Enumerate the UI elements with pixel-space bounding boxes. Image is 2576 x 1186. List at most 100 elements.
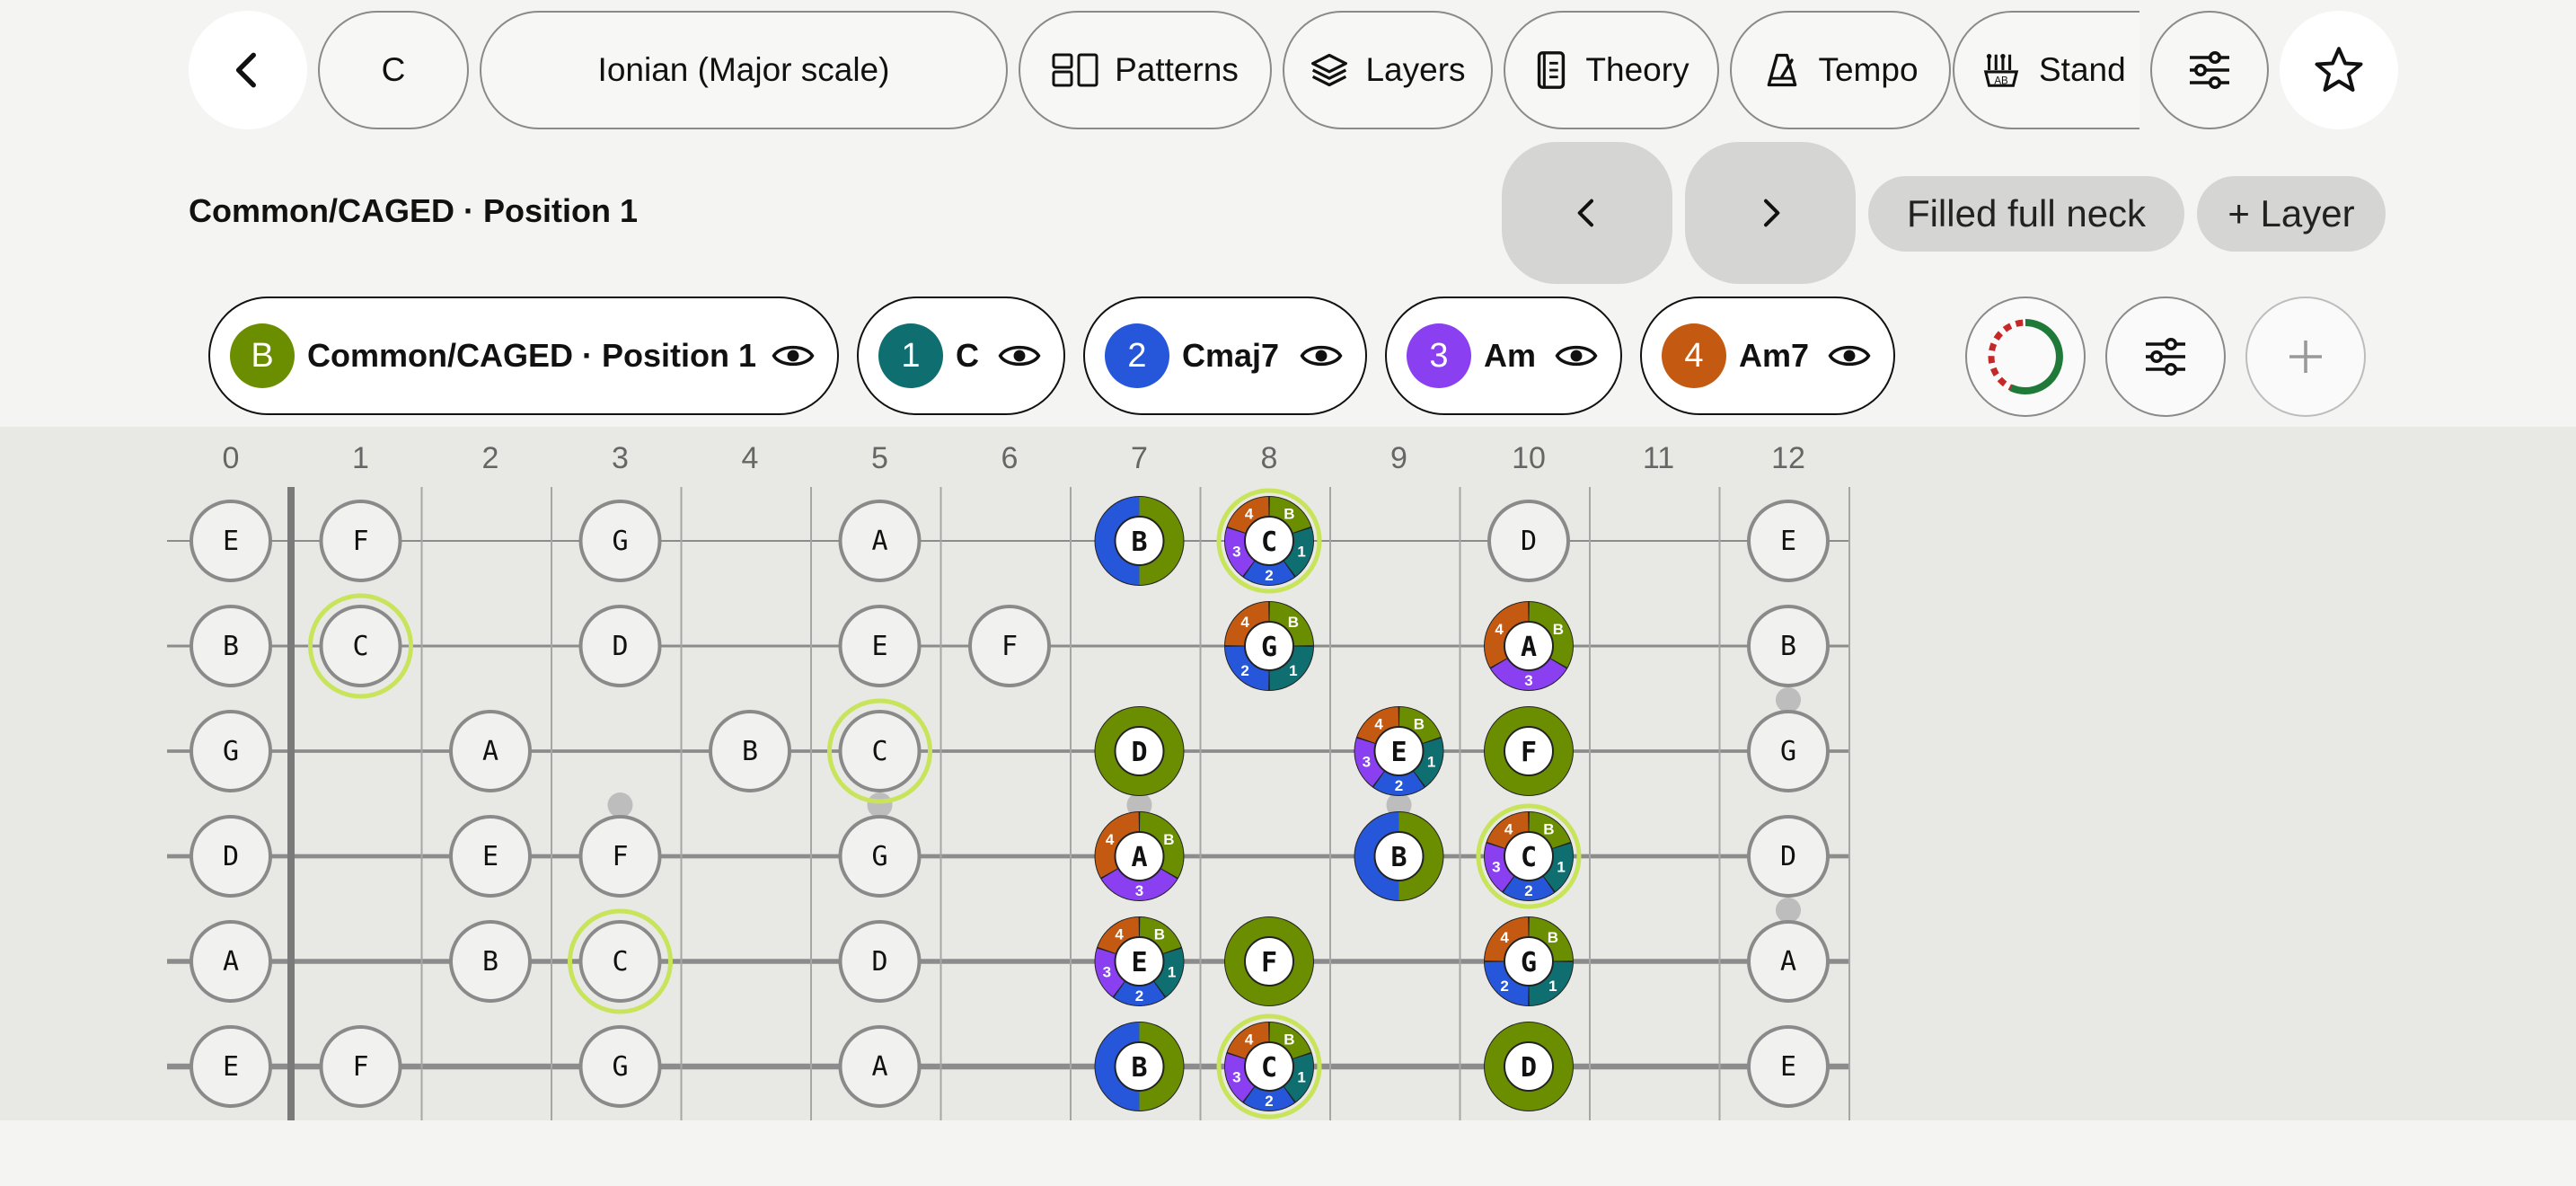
fret-number: 5 (871, 441, 888, 475)
layers-button[interactable]: Layers (1283, 11, 1493, 129)
fret-note[interactable]: B 1 2 3 4C (1216, 1013, 1322, 1120)
fret-note[interactable]: B 1 2 3 4E (1094, 916, 1185, 1006)
fret-note[interactable]: D (1094, 706, 1185, 796)
fret-note[interactable]: A (449, 710, 532, 792)
fret-note[interactable]: E (1747, 1025, 1830, 1108)
add-button[interactable] (2245, 296, 2366, 417)
fret-note[interactable]: B (1747, 605, 1830, 687)
fret-note[interactable]: G (578, 500, 662, 582)
fret-note[interactable]: D (190, 815, 272, 898)
fret-note[interactable]: G (578, 1025, 662, 1108)
favorite-button[interactable] (2280, 11, 2398, 129)
fret-note[interactable]: G (1747, 710, 1830, 792)
fret-note[interactable]: E (190, 1025, 272, 1108)
next-position-button[interactable] (1685, 142, 1856, 284)
tempo-button[interactable]: Tempo (1730, 11, 1951, 129)
plus-icon (2289, 341, 2322, 373)
fret-note[interactable]: A (1747, 920, 1830, 1003)
layer-segment-label: 4 (1115, 925, 1124, 943)
layer-segment-label: 3 (1363, 754, 1371, 771)
fret-note[interactable]: B (1354, 811, 1444, 901)
layer-segment-label: 1 (1168, 964, 1176, 981)
fret-note[interactable]: C (827, 698, 932, 804)
fret-note[interactable]: B (190, 605, 272, 687)
inlay-dot (607, 792, 633, 818)
layer-segment-label: B (1154, 925, 1165, 943)
back-button[interactable] (189, 11, 307, 129)
layer-badge: B (230, 323, 295, 388)
fret-note[interactable]: F (968, 605, 1051, 687)
fret-note[interactable]: D (838, 920, 922, 1003)
eye-icon[interactable] (1554, 341, 1599, 371)
layer-segment-label: 3 (1103, 964, 1111, 981)
note-name: A (1131, 842, 1147, 873)
layer-chip-3[interactable]: 3 Am (1385, 296, 1622, 415)
layer-chip-2[interactable]: 2 Cmaj7 (1083, 296, 1367, 415)
layer-label: Common/CAGED · Position 1 (307, 337, 757, 374)
fret-note[interactable]: E (190, 500, 272, 582)
fret-note[interactable]: F (578, 815, 662, 898)
layer-label: C (956, 337, 979, 374)
fret-note[interactable]: B (1094, 1022, 1185, 1111)
metronome-progress-button[interactable] (1965, 296, 2086, 417)
patterns-button[interactable]: Patterns (1019, 11, 1272, 129)
fret-note[interactable]: C (568, 908, 673, 1014)
layers-label: Layers (1365, 51, 1466, 88)
fret-note[interactable]: B 1 2 4G (1484, 916, 1574, 1006)
layer-chip-4[interactable]: 4 Am7 (1640, 296, 1895, 415)
eye-icon[interactable] (1827, 341, 1872, 371)
fret-note[interactable]: D (578, 605, 662, 687)
fret-note[interactable]: F (1484, 706, 1574, 796)
filled-full-neck-toggle[interactable]: Filled full neck (1868, 176, 2184, 252)
fret-note[interactable]: B 1 2 3 4C (1476, 803, 1582, 909)
layer-segment-label: 3 (1232, 544, 1240, 561)
layer-settings-button[interactable] (2105, 296, 2226, 417)
fret-note[interactable]: B 1 2 3 4C (1216, 488, 1322, 594)
fret-note[interactable]: G (838, 815, 922, 898)
eye-icon[interactable] (997, 341, 1042, 371)
note-name: G (1261, 632, 1277, 663)
note-name: B (1780, 631, 1796, 662)
fret-note[interactable]: E (1747, 500, 1830, 582)
fret-note[interactable]: B (709, 710, 791, 792)
fret-note[interactable]: E (838, 605, 922, 687)
fret-note[interactable]: F (1224, 916, 1314, 1006)
fret-number: 8 (1261, 441, 1278, 475)
fret-note[interactable]: B 1 2 3 4E (1354, 706, 1444, 796)
fret-note[interactable]: C (308, 593, 413, 699)
theory-button[interactable]: Theory (1504, 11, 1719, 129)
settings-button[interactable] (2150, 11, 2269, 129)
fret-note[interactable]: A (190, 920, 272, 1003)
layer-segment-label: B (1284, 1031, 1294, 1048)
layer-segment-label: 1 (1297, 1069, 1305, 1086)
add-layer-button[interactable]: + Layer (2197, 176, 2386, 252)
eye-icon[interactable] (771, 341, 816, 371)
fret-number: 0 (223, 441, 240, 475)
fret-note[interactable]: A (838, 1025, 922, 1108)
key-selector[interactable]: C (318, 11, 469, 129)
fret-note[interactable]: G (190, 710, 272, 792)
fret-note[interactable]: D (1747, 815, 1830, 898)
fret-note[interactable]: F (319, 500, 402, 582)
fret-note[interactable]: F (319, 1025, 402, 1108)
fret-number: 10 (1512, 441, 1546, 475)
previous-position-button[interactable] (1502, 142, 1672, 284)
fret-note[interactable]: A (838, 500, 922, 582)
layer-badge: 2 (1105, 323, 1169, 388)
layer-chip-base[interactable]: B Common/CAGED · Position 1 (208, 296, 839, 415)
note-name: F (612, 841, 628, 872)
layer-chip-1[interactable]: 1 C (857, 296, 1065, 415)
scale-selector[interactable]: Ionian (Major scale) (480, 11, 1008, 129)
eye-icon[interactable] (1299, 341, 1344, 371)
fret-note[interactable]: B (449, 920, 532, 1003)
fret-note[interactable]: B 3 4A (1484, 601, 1574, 691)
inlay-dot (867, 792, 893, 818)
fret-number: 3 (612, 441, 629, 475)
fret-note[interactable]: B (1094, 496, 1185, 586)
stand-button[interactable]: AB Stand (1953, 11, 2139, 129)
fret-note[interactable]: D (1487, 500, 1570, 582)
fret-note[interactable]: B 1 2 4G (1224, 601, 1314, 691)
fret-note[interactable]: B 3 4A (1094, 811, 1185, 901)
fret-note[interactable]: E (449, 815, 532, 898)
fret-note[interactable]: D (1484, 1022, 1574, 1111)
